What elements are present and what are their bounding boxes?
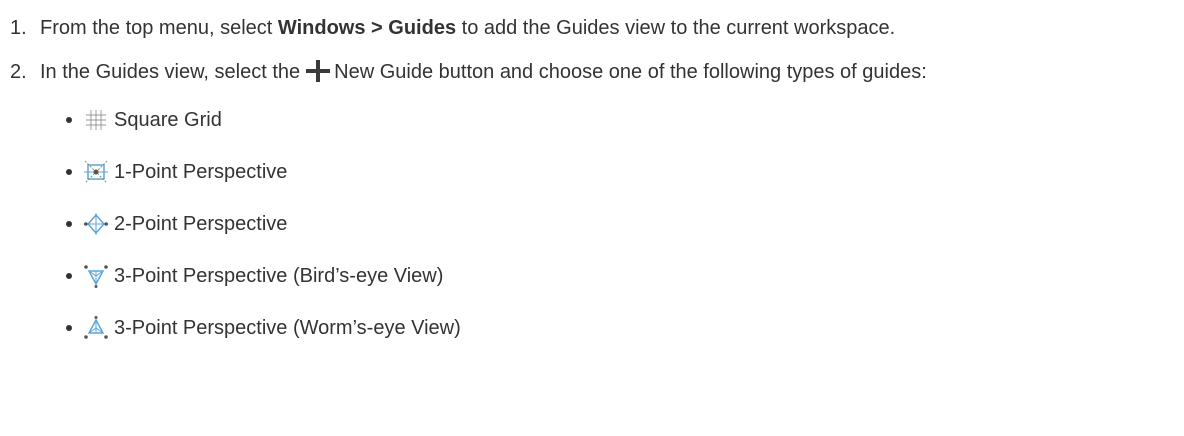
step-1: 1. From the top menu, select Windows > G… (10, 12, 1184, 44)
step-text-before: From the top menu, select (40, 17, 278, 39)
list-item: Square Grid (66, 104, 1178, 136)
new-guide-label: New Guide (334, 61, 434, 83)
guide-type-label: 1-Point Perspective (114, 161, 288, 183)
guide-type-label: Square Grid (114, 109, 222, 131)
bullet (66, 169, 72, 175)
guide-types-list: Square Grid 1-Point Perspective 2-Point … (66, 104, 1178, 344)
three-point-worms-eye-icon (84, 316, 108, 339)
instructions: 1. From the top menu, select Windows > G… (0, 0, 1184, 364)
step-text: From the top menu, select Windows > Guid… (40, 12, 1184, 44)
step-number: 2. (10, 61, 27, 83)
bullet (66, 273, 72, 279)
bullet (66, 325, 72, 331)
list-item: 3-Point Perspective (Worm’s-eye View) (66, 312, 1178, 344)
bullet (66, 221, 72, 227)
list-item: 2-Point Perspective (66, 208, 1178, 240)
guide-type-label: 3-Point Perspective (Bird’s-eye View) (114, 265, 444, 287)
step-text-before: In the Guides view, select the (40, 61, 301, 83)
step-text-after: button and choose one of the following t… (433, 61, 927, 83)
menu-path: Windows > Guides (277, 17, 457, 39)
one-point-perspective-icon (84, 160, 108, 184)
guide-type-label: 3-Point Perspective (Worm’s-eye View) (114, 317, 461, 339)
bullet (66, 117, 72, 123)
list-item: 3-Point Perspective (Bird’s-eye View) (66, 260, 1178, 292)
step-number: 1. (10, 17, 27, 39)
step-2: 2. In the Guides view, select the New Gui… (10, 56, 1184, 364)
list-item: 1-Point Perspective (66, 156, 1178, 188)
plus-icon (306, 60, 331, 92)
step-text-after: to add the Guides view to the current wo… (456, 17, 896, 39)
guide-type-label: 2-Point Perspective (114, 213, 288, 235)
two-point-perspective-icon (84, 213, 108, 235)
three-point-birds-eye-icon (84, 265, 108, 288)
steps-list: 1. From the top menu, select Windows > G… (10, 12, 1184, 364)
square-grid-icon (86, 110, 106, 130)
step-text: In the Guides view, select the New Guide … (40, 56, 1184, 364)
